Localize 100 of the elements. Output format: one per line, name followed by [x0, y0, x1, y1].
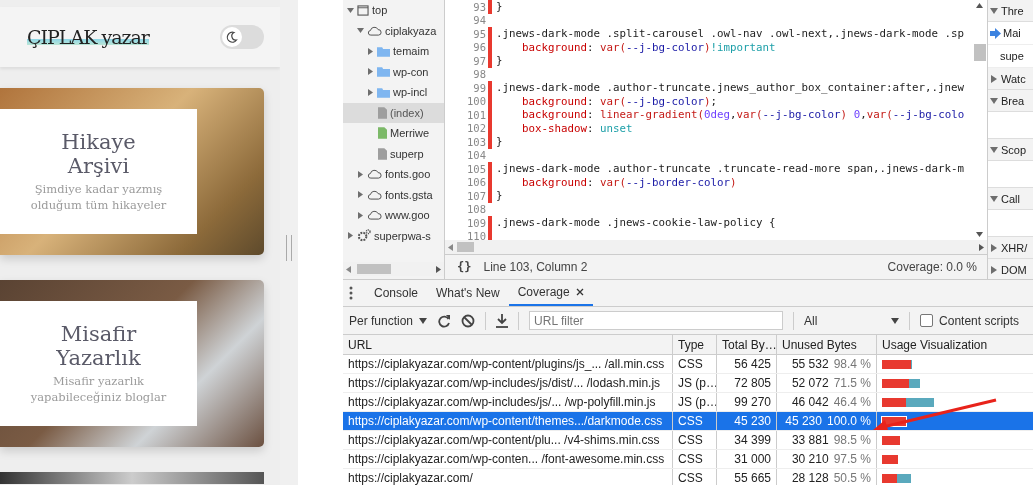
moon-icon [225, 30, 239, 44]
type-dropdown[interactable]: All [804, 313, 900, 328]
usage-bar [882, 454, 899, 464]
usage-bar [882, 435, 900, 445]
scroll-thumb[interactable] [973, 44, 986, 61]
card-title: Misafir Yazarlık [55, 322, 142, 370]
line-number: 98 [472, 68, 487, 81]
scroll-down-icon[interactable] [976, 232, 983, 237]
tree-item[interactable]: wp-incl [343, 82, 444, 103]
vertical-scrollbar[interactable] [972, 0, 987, 240]
line-number: 107 [466, 189, 487, 202]
more-icon[interactable] [349, 286, 353, 300]
file-icon [378, 106, 387, 119]
dark-mode-toggle[interactable] [220, 25, 264, 49]
scroll-right-icon[interactable] [436, 265, 441, 273]
resize-handle[interactable] [286, 234, 292, 261]
cursor-position: Line 103, Column 2 [483, 260, 588, 274]
line-number: 94 [472, 14, 487, 27]
code-text: } [496, 0, 503, 14]
thread-item[interactable]: supe [988, 45, 1033, 68]
line-number: 95 [472, 27, 487, 40]
category-card[interactable]: Misafir Yazarlık Misafir yazarlık yapabileceğiniz bloglar [0, 280, 264, 447]
download-icon[interactable] [496, 313, 509, 328]
pretty-print-button[interactable]: {} [453, 260, 476, 274]
category-card[interactable]: Hikaye Arşivi Şimdiye kadar yazmış olduğum tüm hikayeler [0, 88, 264, 255]
line-number: 109 [466, 216, 487, 229]
table-row[interactable]: https://ciplakyazar.com/wp-content/plugins/js_... /all.min.css CSS 56 425 55 532 98.4 % [343, 355, 1033, 374]
code-text: } [496, 54, 503, 68]
close-icon[interactable] [575, 288, 584, 296]
tree-item[interactable]: fonts.gsta [343, 184, 444, 205]
caret-icon [891, 317, 900, 324]
scroll-left-icon[interactable] [346, 265, 351, 273]
card-subtitle: Misafir yazarlık yapabileceğiniz bloglar [29, 373, 168, 405]
table-row[interactable]: https://ciplakyazar.com/wp-includes/js/dist/... /lodash.min.js JS (p… 72 805 52 072 71.5 % [343, 374, 1033, 393]
card-subtitle: Şimdiye kadar yazmış olduğum tüm hikayeler [29, 181, 168, 213]
scroll-left-icon[interactable] [448, 243, 453, 251]
code-text: background: linear-gradient(0deg,var(--j-bg-color) 0,var(--j-bg-colo [521, 108, 965, 122]
table-row[interactable]: https://ciplakyazar.com/wp-content/themes.../darkmode.css CSS 45 230 45 230 100.0 % [343, 412, 1033, 431]
line-number: 96 [472, 41, 487, 54]
line-number: 97 [472, 54, 487, 67]
code-text: background: var(--j-bg-color); [521, 94, 718, 108]
thread-item[interactable]: Mai [988, 22, 1033, 45]
scroll-up-icon[interactable] [976, 3, 983, 8]
drawer-tab[interactable]: Console [365, 280, 428, 306]
line-number: 106 [466, 176, 487, 189]
tree-item[interactable]: www.goo [343, 205, 444, 226]
mode-dropdown[interactable]: Per function [349, 313, 428, 328]
line-number: 101 [466, 108, 487, 121]
file-icon [378, 147, 387, 160]
tree-item[interactable]: superpwa-s [343, 225, 444, 246]
column-header[interactable]: Unused Bytes [777, 335, 877, 354]
column-header[interactable]: Total By… [717, 335, 777, 354]
horizontal-scrollbar[interactable] [445, 240, 987, 254]
gear-icon [357, 229, 371, 243]
debugger-section-header[interactable]: Watc [988, 68, 1033, 90]
folder-icon [377, 86, 390, 98]
scroll-thumb[interactable] [357, 264, 391, 274]
folder-icon [377, 45, 390, 57]
tree-item[interactable]: wp-con [343, 61, 444, 82]
code-text: .jnews-dark-mode .split-carousel .owl-nav .owl-next,.jnews-dark-mode .sp [496, 27, 965, 41]
table-row[interactable]: https://ciplakyazar.com/wp-content/plu... /v4-shims.min.css CSS 34 399 33 881 98.5 % [343, 431, 1033, 450]
tree-item[interactable]: superp [343, 143, 444, 164]
cloud-icon [367, 169, 382, 180]
tree-item[interactable]: ciplakyaza [343, 20, 444, 41]
table-row[interactable]: https://ciplakyazar.com/wp-conten... /font-awesome.min.css CSS 31 000 30 210 97.5 % [343, 450, 1033, 469]
card-title: Hikaye Arşivi [60, 130, 137, 178]
line-number: 108 [466, 203, 487, 216]
horizontal-scrollbar[interactable] [343, 262, 444, 276]
clear-icon[interactable] [461, 313, 476, 328]
column-header[interactable]: Usage Visualization [877, 335, 1033, 354]
caret-icon [419, 317, 428, 324]
cloud-icon [367, 210, 382, 221]
table-row[interactable]: https://ciplakyazar.com/ CSS 55 665 28 128 50.5 % [343, 469, 1033, 485]
tree-item[interactable]: fonts.goo [343, 164, 444, 185]
window-icon [357, 4, 369, 16]
line-number: 103 [466, 135, 487, 148]
drawer-tab[interactable]: What's New [427, 280, 509, 306]
scroll-thumb[interactable] [457, 242, 474, 252]
code-text: box-shadow: unset [521, 121, 633, 135]
debugger-section-header[interactable]: XHR/ [988, 237, 1033, 259]
line-number: 93 [472, 0, 487, 13]
tree-item[interactable]: Merriwe [343, 123, 444, 144]
usage-bar [882, 416, 906, 426]
reload-icon[interactable] [437, 313, 452, 328]
code-text: background: var(--j-border-color) [521, 175, 737, 189]
tree-item[interactable]: top [343, 0, 444, 21]
url-filter-field[interactable]: URL filter [529, 311, 784, 330]
column-header[interactable]: Type [673, 335, 717, 354]
file-icon [378, 127, 387, 140]
code-text: .jnews-dark-mode .jnews-cookie-law-policy { [496, 216, 776, 230]
scroll-right-icon[interactable] [979, 243, 984, 251]
usage-bar [882, 378, 921, 388]
column-header[interactable]: URL [343, 335, 673, 354]
tree-item[interactable]: temaim [343, 41, 444, 62]
content-scripts-checkbox[interactable]: Content scripts [920, 313, 1020, 328]
code-text: .jnews-dark-mode .author-truncate .truncate-read-more span,.jnews-dark-m [496, 162, 965, 176]
usage-bar [882, 397, 934, 407]
usage-bar [882, 473, 912, 483]
tree-item[interactable]: (index) [343, 102, 444, 123]
line-number: 100 [466, 95, 487, 108]
